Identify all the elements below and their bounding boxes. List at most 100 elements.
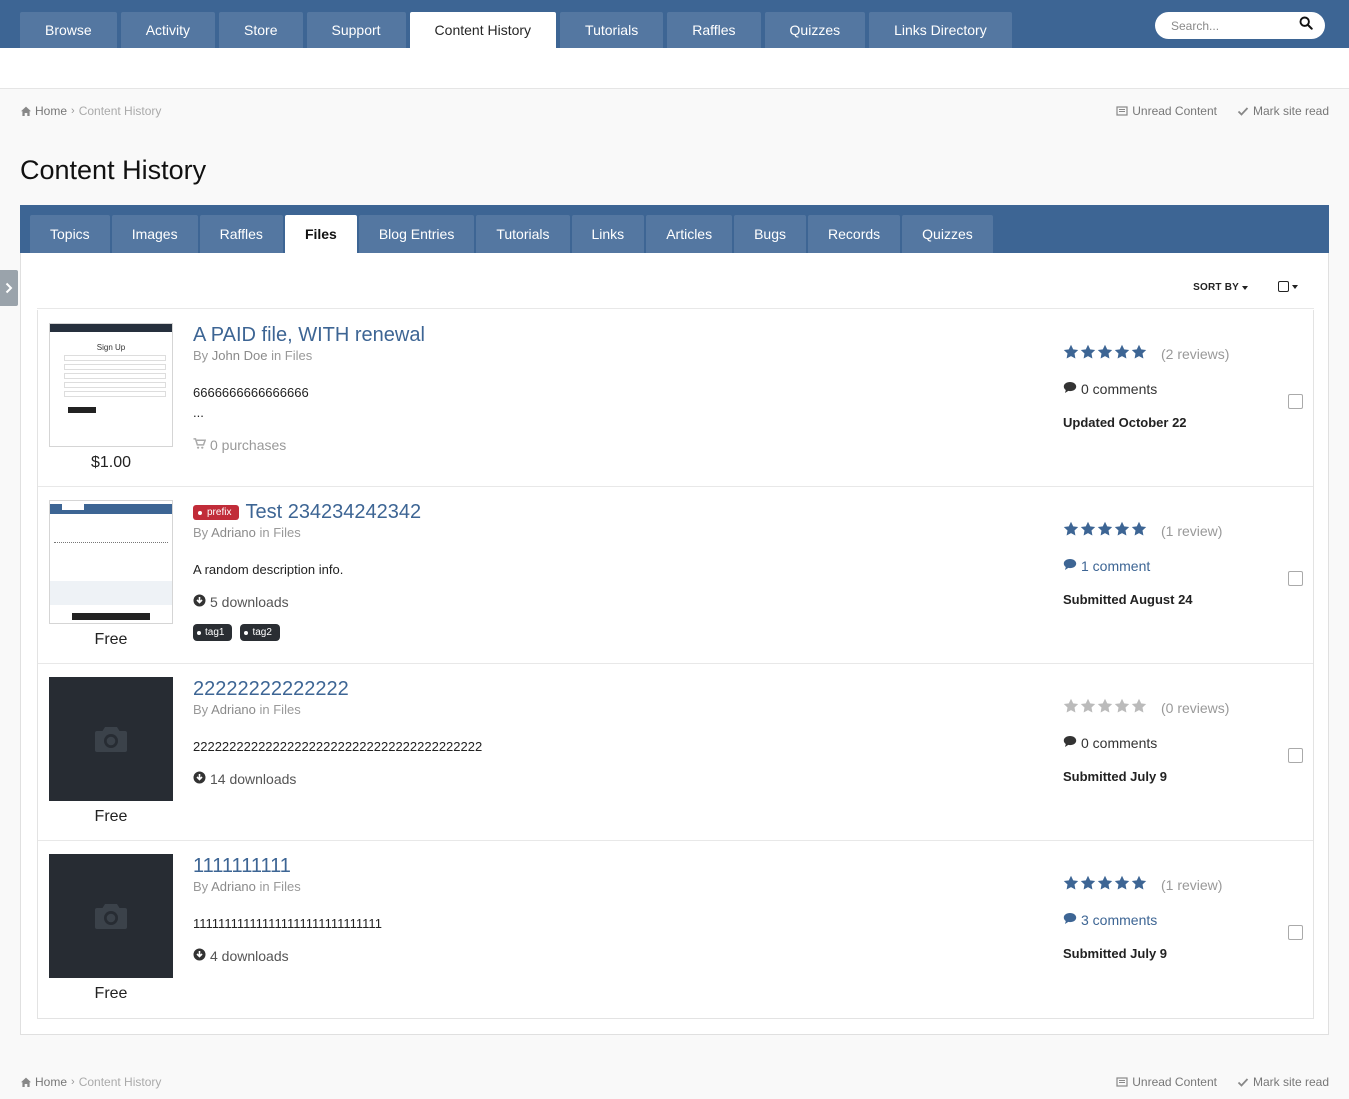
content-type-tab[interactable]: Links <box>571 215 645 253</box>
content-type-tab[interactable]: Records <box>808 215 901 253</box>
content-type-tab[interactable]: Files <box>284 215 357 253</box>
author-link[interactable]: Adriano <box>211 879 256 894</box>
list-item: Free 22222222222222 By Adriano in Files 222… <box>38 664 1313 841</box>
author-link[interactable]: Adriano <box>211 525 256 540</box>
star-icon <box>1080 875 1096 896</box>
nav-tab[interactable]: Tutorials <box>560 12 664 48</box>
file-meta: 14 downloads <box>193 771 993 787</box>
breadcrumb-home[interactable]: Home <box>20 1075 67 1089</box>
tag[interactable]: tag1 <box>193 624 233 642</box>
chevron-right-icon: › <box>71 1076 75 1088</box>
tag-list: tag1 tag2 <box>193 624 993 642</box>
star-icon <box>1063 521 1079 542</box>
rating: (1 review) <box>1063 875 1283 896</box>
row-select-checkbox[interactable] <box>1288 748 1303 763</box>
content-type-tab[interactable]: Articles <box>646 215 733 253</box>
mark-site-read-label[interactable]: Mark site read <box>1253 104 1329 118</box>
nav-tab[interactable]: Raffles <box>667 12 761 48</box>
nav-tab[interactable]: Activity <box>120 12 216 48</box>
unread-content-link[interactable]: Unread Content <box>1116 1075 1217 1089</box>
file-title-link[interactable]: 1111111111 <box>193 855 291 878</box>
content-type-tab[interactable]: Quizzes <box>902 215 993 253</box>
content-type-tab[interactable]: Raffles <box>199 215 283 253</box>
author-link[interactable]: John Doe <box>212 348 268 363</box>
category-link[interactable]: in Files <box>260 525 301 540</box>
newspaper-icon <box>1116 1077 1128 1087</box>
mark-site-read-label[interactable]: Mark site read <box>1253 1075 1329 1089</box>
mark-site-read-link[interactable]: Mark site read <box>1237 1075 1329 1089</box>
review-count[interactable]: (1 review) <box>1161 877 1222 893</box>
search-input[interactable]: Search... <box>1171 19 1219 33</box>
content-type-tab[interactable]: Tutorials <box>476 215 570 253</box>
nav-tab[interactable]: Support <box>306 12 406 48</box>
mark-site-read-link[interactable]: Mark site read <box>1237 104 1329 118</box>
tag[interactable]: tag2 <box>240 624 280 642</box>
category-link[interactable]: in Files <box>260 879 301 894</box>
nav-tab[interactable]: Content History <box>409 12 557 48</box>
comment-count-label: 0 comments <box>1081 735 1158 751</box>
sidebar-toggle[interactable] <box>0 270 18 306</box>
author-link[interactable]: Adriano <box>211 702 256 717</box>
breadcrumb-home-label[interactable]: Home <box>35 1075 67 1089</box>
content-type-tab[interactable]: Blog Entries <box>358 215 475 253</box>
star-rating <box>1063 698 1147 719</box>
breadcrumb-home[interactable]: Home <box>20 104 67 118</box>
file-title-link[interactable]: 22222222222222 <box>193 678 349 701</box>
chevron-right-icon: › <box>71 105 75 117</box>
row-select-checkbox[interactable] <box>1288 394 1303 409</box>
content-type-tab[interactable]: Bugs <box>734 215 807 253</box>
search-icon[interactable] <box>1299 16 1313 35</box>
select-all-toggle[interactable] <box>1278 281 1298 292</box>
comment-count[interactable]: 1 comment <box>1063 558 1283 574</box>
file-thumbnail[interactable] <box>49 677 173 801</box>
prefix-badge[interactable]: prefix <box>193 504 240 520</box>
review-count[interactable]: (2 reviews) <box>1161 346 1229 362</box>
file-meta: 4 downloads <box>193 948 993 964</box>
row-select-checkbox[interactable] <box>1288 925 1303 940</box>
search-box[interactable]: Search... <box>1155 12 1325 39</box>
star-icon <box>1097 344 1113 365</box>
file-title-link[interactable]: A PAID file, WITH renewal <box>193 324 425 347</box>
category-link[interactable]: in Files <box>271 348 312 363</box>
list-item: Sign Up $1.00 A PAID file, WITH renewal By … <box>38 310 1313 487</box>
comment-icon <box>1063 558 1077 574</box>
comment-count[interactable]: 3 comments <box>1063 912 1283 928</box>
content-type-tab[interactable]: Topics <box>30 215 110 253</box>
file-thumbnail[interactable]: Sign Up <box>49 323 173 447</box>
review-count[interactable]: (1 review) <box>1161 523 1222 539</box>
comment-count-label[interactable]: 3 comments <box>1081 912 1157 928</box>
unread-content-link[interactable]: Unread Content <box>1116 104 1217 118</box>
comment-count-label[interactable]: 1 comment <box>1081 558 1150 574</box>
star-icon <box>1063 875 1079 896</box>
review-count[interactable]: (0 reviews) <box>1161 700 1229 716</box>
file-title-line: 1111111111 <box>193 854 993 878</box>
file-title-link[interactable]: Test 234234242342 <box>245 501 421 524</box>
nav-tab[interactable]: Links Directory <box>869 12 1012 48</box>
category-link[interactable]: in Files <box>260 702 301 717</box>
star-icon <box>1080 521 1096 542</box>
unread-content-label[interactable]: Unread Content <box>1132 104 1217 118</box>
sort-by-label[interactable]: SORT BY <box>1193 282 1239 293</box>
star-rating <box>1063 875 1147 896</box>
star-icon <box>1080 698 1096 719</box>
star-icon <box>1114 698 1130 719</box>
file-meta-label: 14 downloads <box>210 771 297 788</box>
nav-tab[interactable]: Store <box>219 12 303 48</box>
star-icon <box>1131 698 1147 719</box>
file-thumbnail[interactable] <box>49 854 173 978</box>
nav-tab[interactable]: Browse <box>20 12 117 48</box>
star-icon <box>1063 698 1079 719</box>
nav-tab[interactable]: Quizzes <box>764 12 866 48</box>
download-icon <box>193 771 206 787</box>
row-select-checkbox[interactable] <box>1288 571 1303 586</box>
file-stats: (1 review) 1 comment Submitted August 24 <box>1063 521 1283 607</box>
file-thumbnail[interactable] <box>49 500 173 624</box>
secondary-bar <box>0 48 1349 89</box>
star-icon <box>1131 875 1147 896</box>
sort-by-dropdown[interactable]: SORT BY <box>1193 282 1248 293</box>
breadcrumb-home-label[interactable]: Home <box>35 104 67 118</box>
list-toolbar: SORT BY <box>37 253 1314 309</box>
content-type-tab[interactable]: Images <box>111 215 198 253</box>
unread-content-label[interactable]: Unread Content <box>1132 1075 1217 1089</box>
breadcrumb-bottom: Home › Content History Unread Content Ma… <box>20 1074 1329 1090</box>
